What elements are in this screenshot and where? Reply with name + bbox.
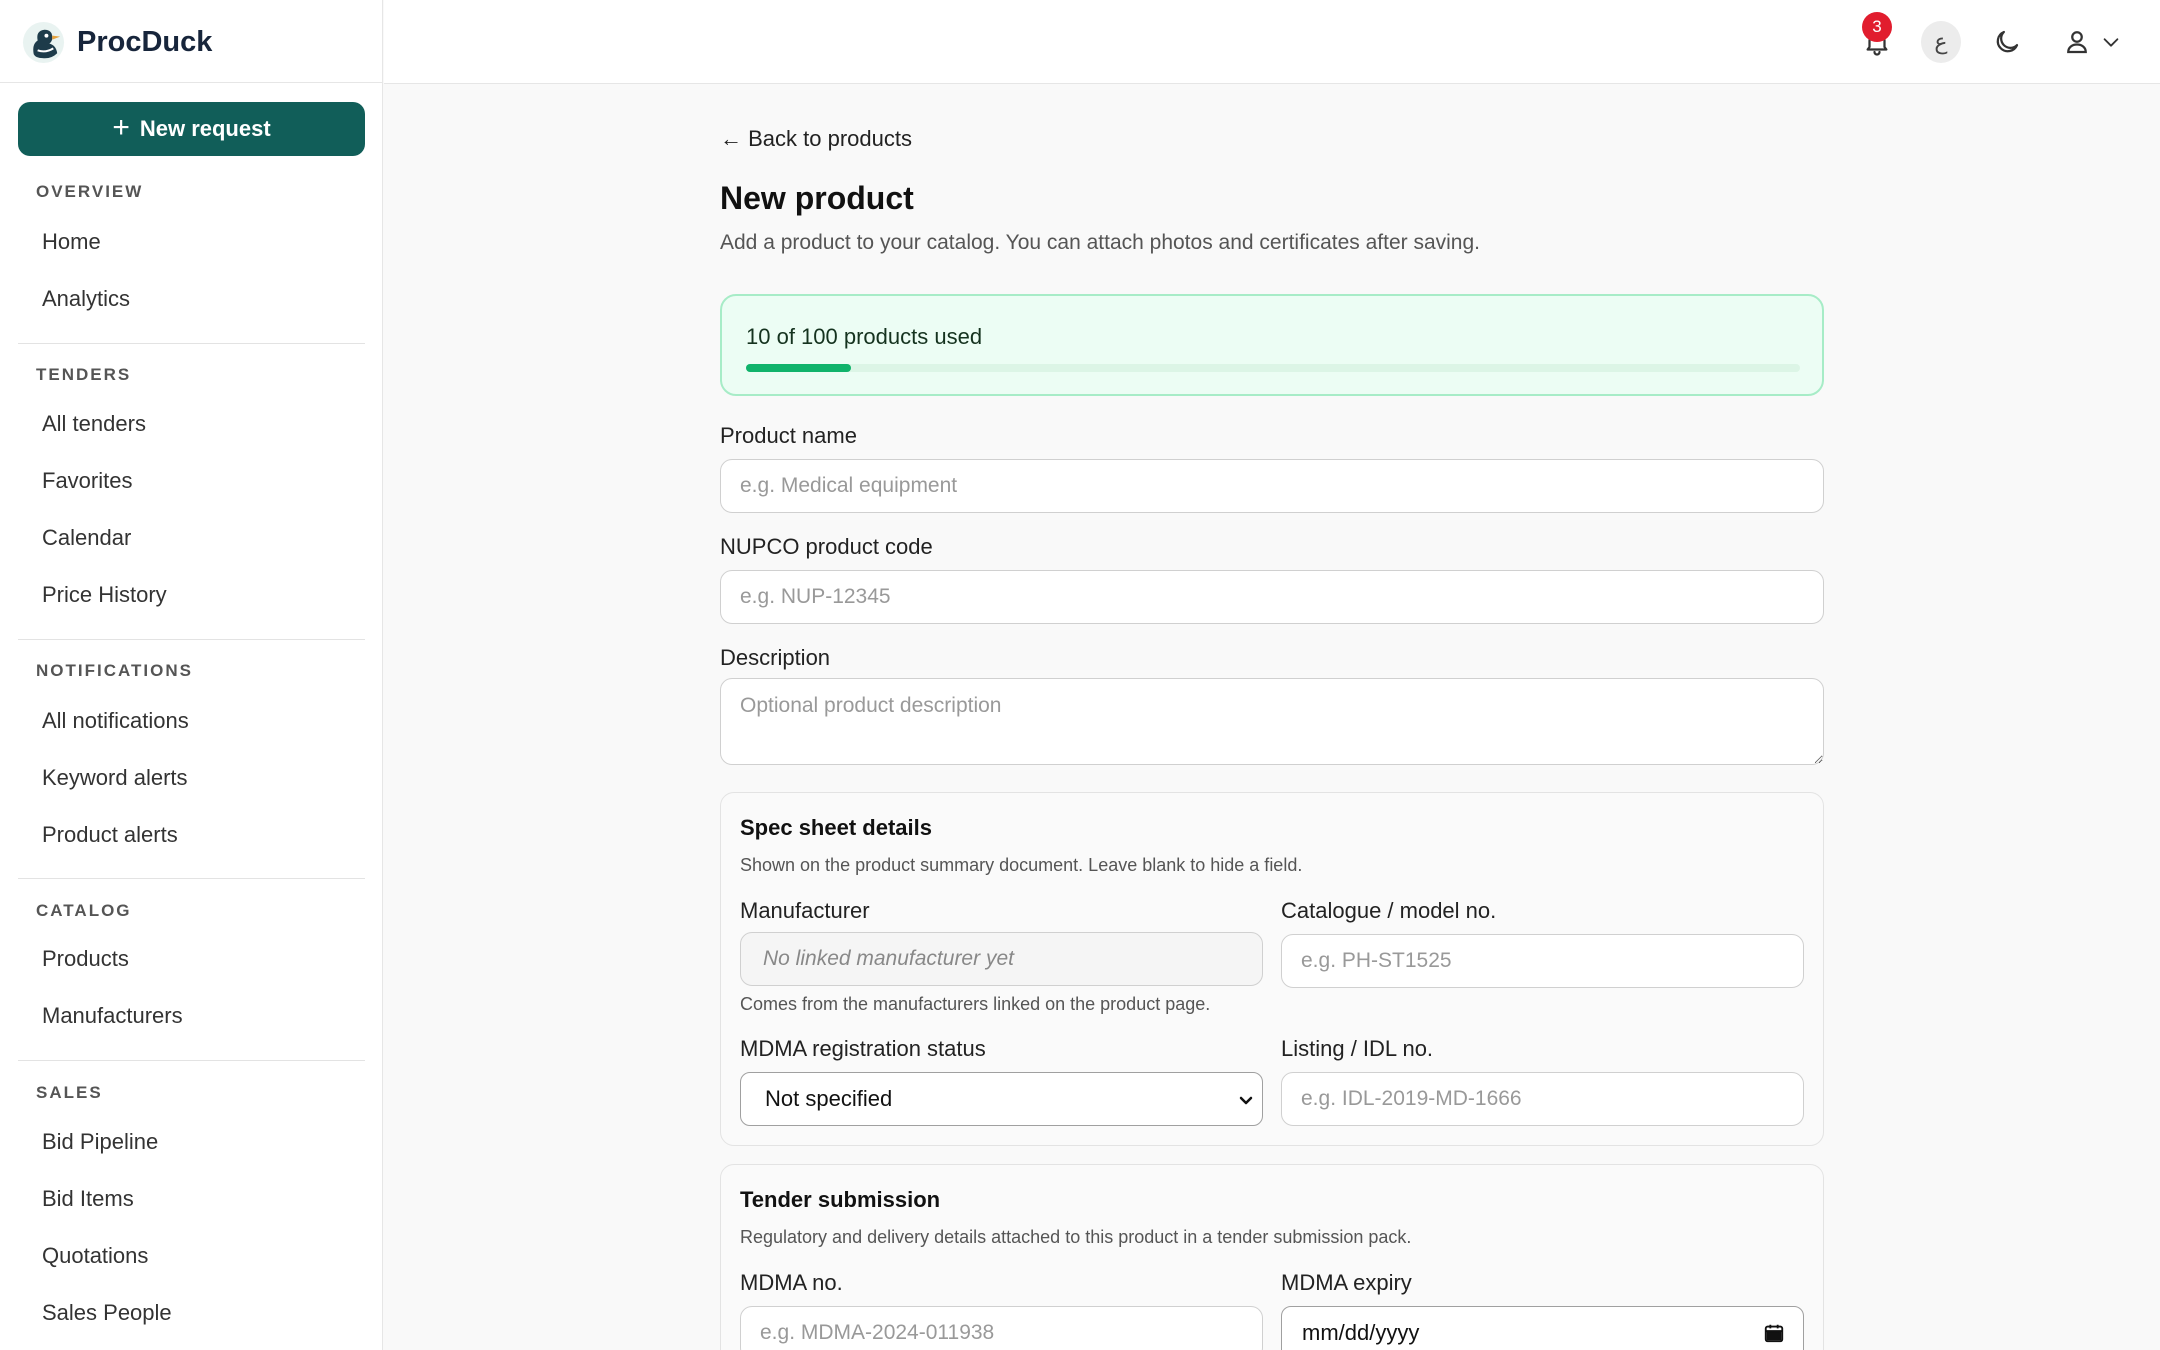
description-label: Description [720, 645, 831, 670]
user-icon [2067, 31, 2087, 54]
sidebar-item-keyword-alerts[interactable]: Keyword alerts [42, 765, 188, 791]
page-title: New product [720, 180, 914, 216]
nav-section-overview: OVERVIEW [36, 182, 144, 201]
usage-text: 10 of 100 products used [746, 324, 983, 349]
sidebar-item-home[interactable]: Home [42, 229, 101, 255]
duck-logo-icon [22, 21, 65, 63]
theme-toggle-button[interactable] [1990, 25, 2024, 59]
brand-name: ProcDuck [77, 25, 213, 58]
nav-section-tenders: TENDERS [36, 365, 132, 384]
nupco-code-input[interactable] [720, 570, 1824, 624]
catalogue-no-input[interactable] [1281, 934, 1804, 988]
divider [0, 82, 383, 83]
product-name-input[interactable] [720, 459, 1824, 513]
mdma-expiry-placeholder: mm/dd/yyyy [1302, 1320, 1420, 1345]
sidebar-item-all-notifications[interactable]: All notifications [42, 708, 189, 734]
sidebar-item-bid-pipeline[interactable]: Bid Pipeline [42, 1129, 158, 1155]
listing-no-label: Listing / IDL no. [1281, 1036, 1434, 1061]
listing-no-input[interactable] [1281, 1072, 1804, 1126]
mdma-no-label: MDMA no. [740, 1270, 843, 1295]
brand[interactable]: ProcDuck [22, 21, 213, 63]
usage-progress-bar [746, 364, 1800, 372]
sidebar-item-favorites[interactable]: Favorites [42, 468, 132, 494]
sidebar-item-all-tenders[interactable]: All tenders [42, 411, 146, 437]
divider [18, 343, 365, 344]
usage-panel: 10 of 100 products used [720, 294, 1824, 396]
notification-count-badge: 3 [1862, 12, 1892, 42]
page-subtitle: Add a product to your catalog. You can a… [720, 231, 1480, 254]
user-menu-button[interactable] [2060, 25, 2124, 59]
mdma-status-select[interactable]: Not specified [740, 1072, 1263, 1126]
nav-section-catalog: CATALOG [36, 901, 132, 920]
spec-sheet-card: Spec sheet details Shown on the product … [720, 792, 1824, 1146]
sidebar: ProcDuck + New request OVERVIEW Home Ana… [0, 0, 383, 1350]
spec-sheet-title: Spec sheet details [740, 815, 932, 840]
chevron-down-icon [1239, 1096, 1253, 1105]
mdma-status-label: MDMA registration status [740, 1036, 986, 1061]
nav-section-notifications: NOTIFICATIONS [36, 661, 193, 680]
sidebar-item-calendar[interactable]: Calendar [42, 525, 131, 551]
sidebar-item-bid-items[interactable]: Bid Items [42, 1186, 134, 1212]
sidebar-item-analytics[interactable]: Analytics [42, 286, 130, 312]
sidebar-item-product-alerts[interactable]: Product alerts [42, 822, 178, 848]
sidebar-item-manufacturers[interactable]: Manufacturers [42, 1003, 183, 1029]
manufacturer-label: Manufacturer [740, 898, 870, 923]
sidebar-item-price-history[interactable]: Price History [42, 582, 167, 608]
description-textarea[interactable] [720, 678, 1824, 765]
divider [18, 639, 365, 640]
sidebar-item-products[interactable]: Products [42, 946, 129, 972]
spec-sheet-subtitle: Shown on the product summary document. L… [740, 855, 1303, 875]
usage-progress-fill [746, 364, 852, 372]
sidebar-item-quotations[interactable]: Quotations [42, 1243, 148, 1269]
tender-submission-card: Tender submission Regulatory and deliver… [720, 1164, 1824, 1350]
sidebar-item-sales-people[interactable]: Sales People [42, 1300, 172, 1326]
tender-submission-title: Tender submission [740, 1187, 941, 1212]
mdma-status-selected: Not specified [765, 1086, 893, 1111]
language-toggle-button[interactable]: ع [1921, 21, 1961, 63]
manufacturer-field: No linked manufacturer yet [740, 932, 1263, 986]
divider [18, 878, 365, 879]
back-to-products-link[interactable]: ← Back to products [720, 126, 912, 152]
mdma-no-input[interactable] [740, 1306, 1263, 1350]
new-request-label: New request [139, 116, 271, 141]
mdma-expiry-date-input[interactable]: mm/dd/yyyy [1281, 1306, 1804, 1350]
mdma-expiry-label: MDMA expiry [1281, 1270, 1412, 1295]
catalogue-no-label: Catalogue / model no. [1281, 898, 1497, 923]
nav-section-sales: SALES [36, 1083, 103, 1102]
tender-submission-subtitle: Regulatory and delivery details attached… [740, 1227, 1412, 1247]
nupco-code-label: NUPCO product code [720, 534, 933, 559]
manufacturer-hint: Comes from the manufacturers linked on t… [740, 994, 1211, 1014]
chevron-down-icon [2103, 38, 2119, 47]
moon-icon [1996, 30, 2019, 53]
product-name-label: Product name [720, 423, 857, 448]
divider [18, 1060, 365, 1061]
new-request-button[interactable]: + New request [18, 102, 365, 156]
calendar-icon[interactable] [1763, 1322, 1785, 1344]
plus-icon: + [112, 110, 130, 144]
